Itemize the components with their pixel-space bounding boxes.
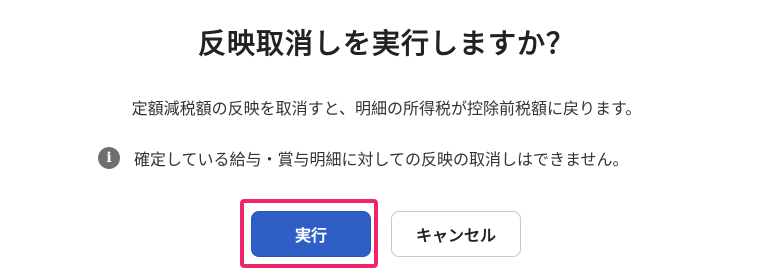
notice-text: 確定している給与・賞与明細に対しての反映の取消しはできません。: [134, 150, 629, 169]
dialog-title: 反映取消しを実行しますか？: [197, 27, 575, 60]
notice: i 確定している給与・賞与明細に対しての反映の取消しはできません。: [98, 146, 629, 170]
dialog-description: 定額減税額の反映を取消すと、明細の所得税が控除前税額に戻ります。: [131, 99, 642, 118]
execute-button[interactable]: 実行: [251, 211, 371, 257]
cancel-button[interactable]: キャンセル: [391, 211, 521, 257]
info-icon: i: [98, 147, 120, 169]
confirm-dialog: 反映取消しを実行しますか？ 定額減税額の反映を取消すと、明細の所得税が控除前税額…: [0, 0, 773, 279]
